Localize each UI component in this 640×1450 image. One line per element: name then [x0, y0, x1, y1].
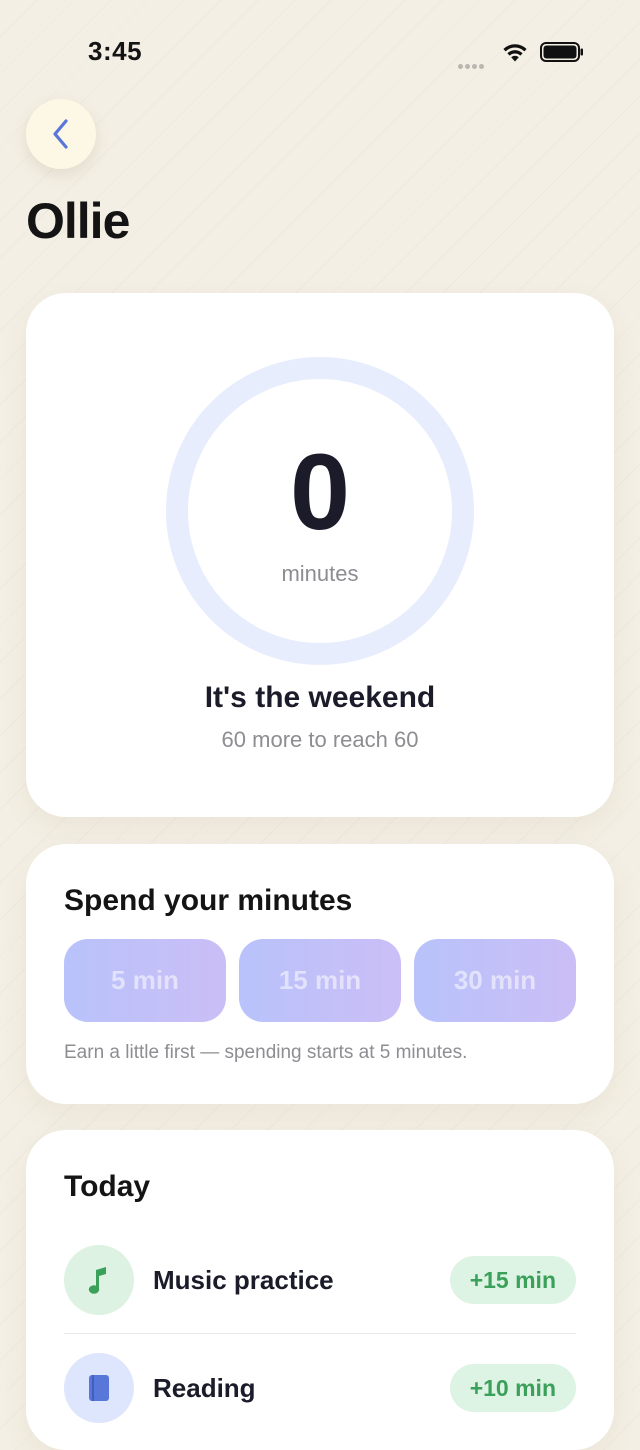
minutes-unit-label: minutes [281, 561, 359, 586]
divider [64, 1333, 576, 1334]
wifi-icon [503, 44, 527, 62]
today-heading: Today [64, 1170, 151, 1203]
spend-option-label: 5 min [111, 965, 179, 995]
status-time: 3:45 [88, 36, 143, 66]
spend-15-min-button[interactable]: 15 min [239, 939, 401, 1022]
chevron-left-icon [53, 119, 68, 149]
spend-minutes-card: Spend your minutes 5 min 15 min 30 min E… [26, 844, 614, 1104]
summary-subtext: 60 more to reach 60 [221, 727, 419, 752]
spend-hint: Earn a little first — spending starts at… [64, 1042, 468, 1063]
summary-headline: It's the weekend [204, 681, 436, 714]
page-title: Ollie [26, 193, 130, 249]
spend-heading: Spend your minutes [64, 884, 353, 917]
activity-label: Reading [153, 1373, 256, 1403]
music-note-icon [64, 1245, 134, 1315]
reward-badge: +15 min [449, 1256, 576, 1304]
activity-label: Music practice [153, 1265, 334, 1295]
activity-row-music-practice[interactable]: Music practice +15 min [64, 1245, 576, 1315]
book-icon [64, 1353, 134, 1423]
reward-badge: +10 min [449, 1364, 576, 1412]
activity-row-reading[interactable]: Reading +10 min [64, 1353, 576, 1423]
spend-option-label: 15 min [278, 965, 362, 995]
today-card: Today Music practice +15 min Reading +10… [26, 1130, 614, 1450]
cellular-signal-icon [458, 56, 492, 69]
minutes-value: 0 [289, 431, 351, 552]
spend-option-label: 30 min [453, 965, 537, 995]
spend-30-min-button[interactable]: 30 min [414, 939, 576, 1022]
spend-5-min-button[interactable]: 5 min [64, 939, 226, 1022]
back-button[interactable] [26, 99, 96, 169]
minutes-summary-card: 0 minutes It's the weekend 60 more to re… [26, 293, 614, 817]
status-bar: 3:45 [0, 0, 640, 100]
battery-icon [540, 42, 583, 62]
